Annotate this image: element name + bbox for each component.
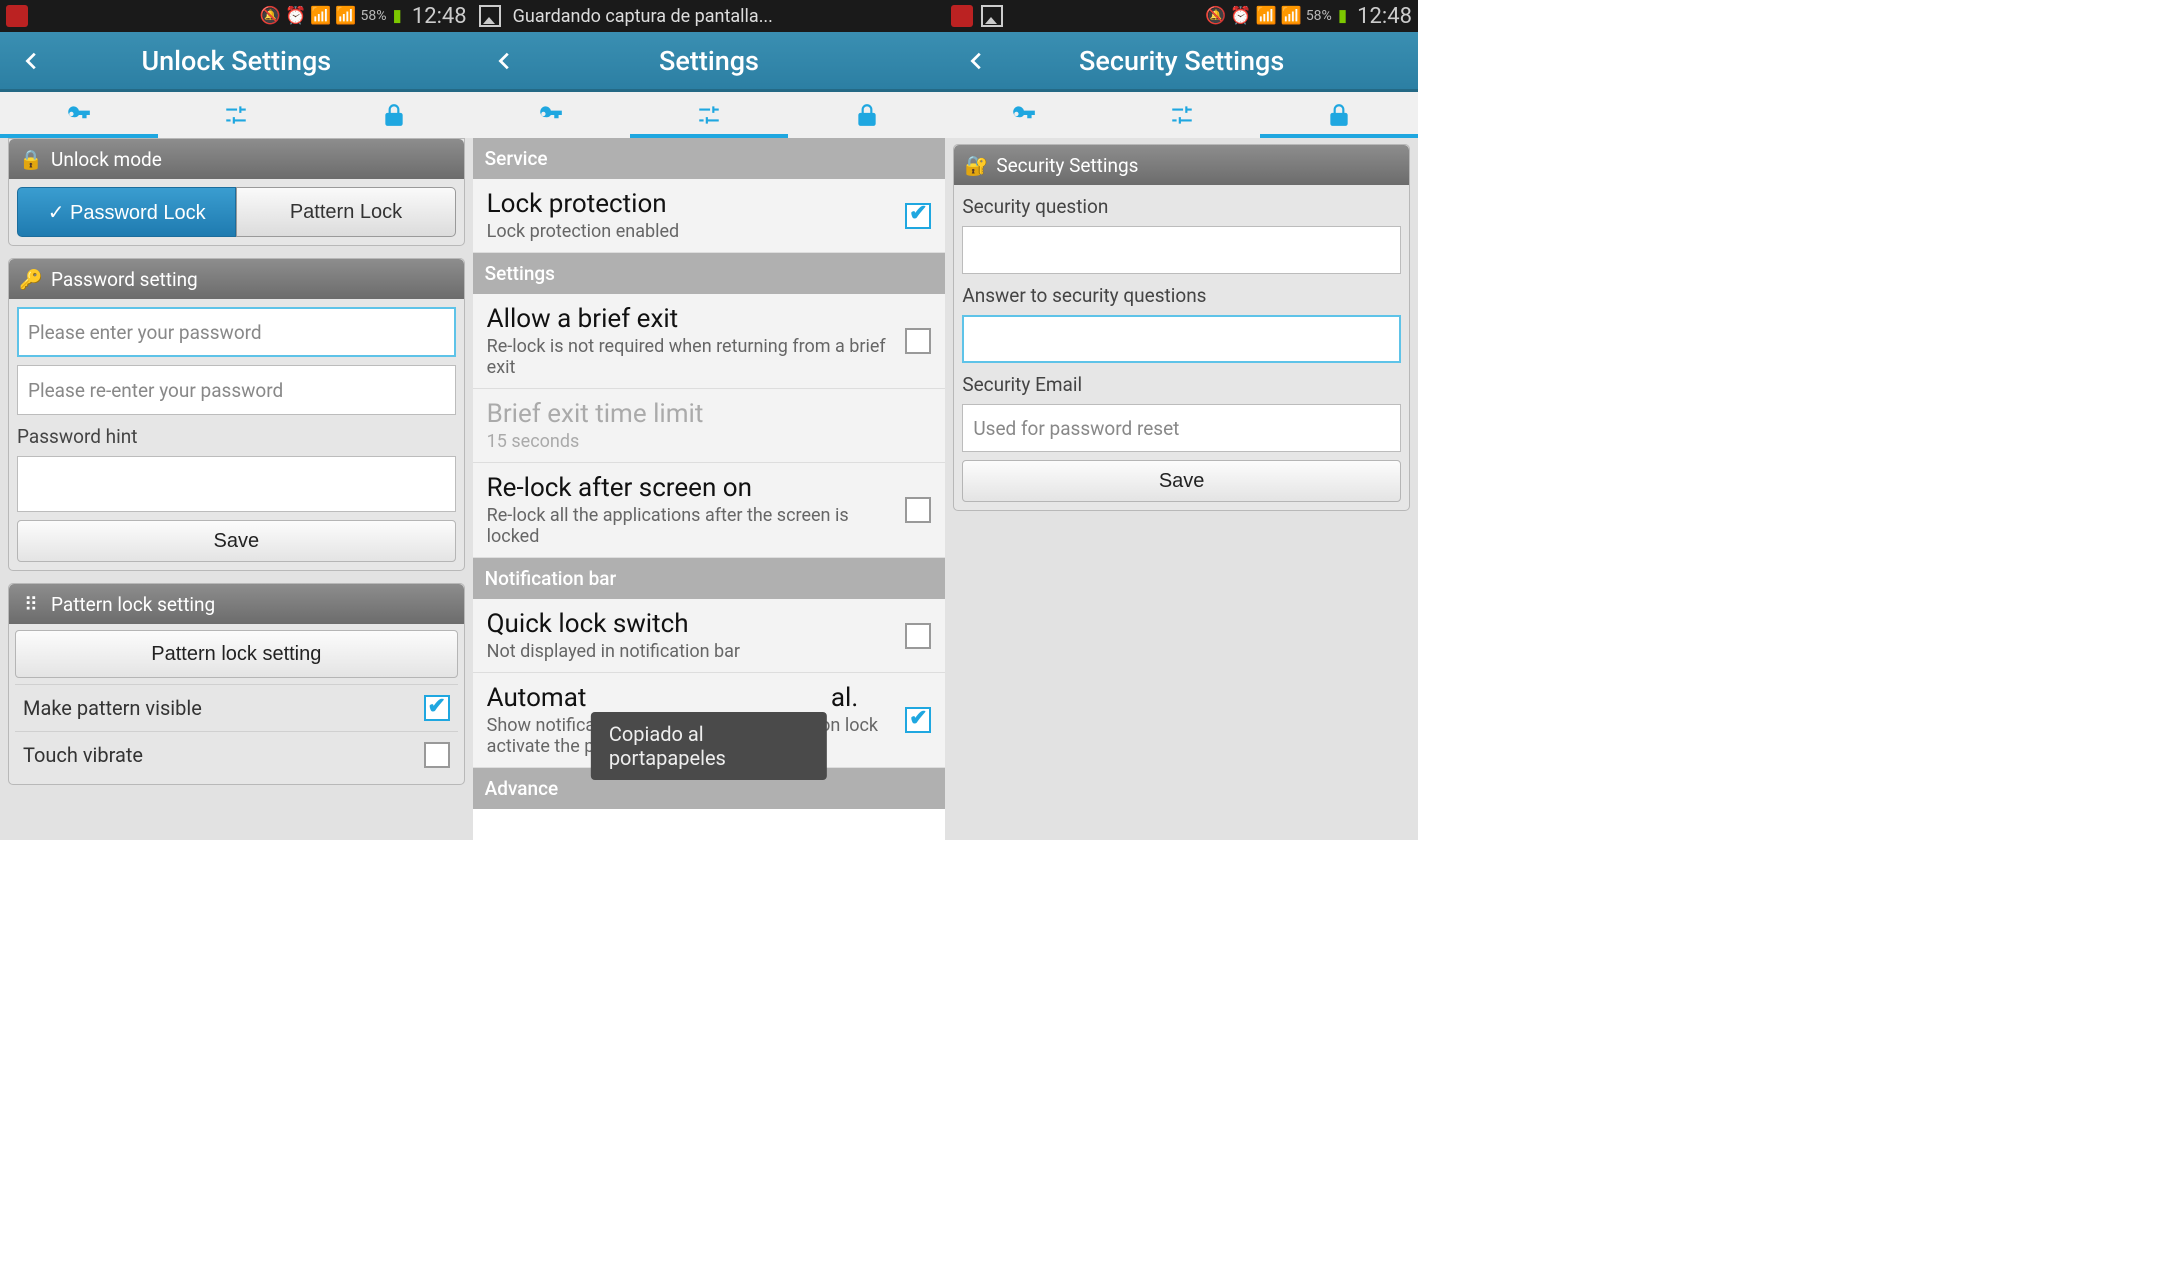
alarm-icon: ⏰ xyxy=(285,6,306,26)
relock-checkbox[interactable] xyxy=(905,497,931,523)
screen-settings: Guardando captura de pantalla... Setting… xyxy=(473,0,946,840)
app-badge-icon xyxy=(6,5,28,27)
lock-icon xyxy=(1326,102,1352,128)
sliders-icon xyxy=(1169,102,1195,128)
tab-bar xyxy=(473,92,946,138)
key-icon xyxy=(538,102,564,128)
signal-icon: 📶 xyxy=(335,6,356,26)
status-bar: Guardando captura de pantalla... xyxy=(473,0,946,32)
brief-exit-checkbox[interactable] xyxy=(905,328,931,354)
screen-unlock-settings: 🔕 ⏰ 📶 📶 58% ▮ 12:48 Unlock Settings xyxy=(0,0,473,840)
screenshot-icon xyxy=(479,5,501,27)
tab-unlock[interactable] xyxy=(945,92,1103,138)
password-confirm-input[interactable]: Please re-enter your password xyxy=(17,365,456,415)
quick-lock-checkbox[interactable] xyxy=(905,623,931,649)
shield-icon: 🔐 xyxy=(964,153,988,177)
mute-icon: 🔕 xyxy=(1205,6,1226,26)
pattern-setting-header: ⠿ Pattern lock setting xyxy=(9,584,464,624)
relock-row[interactable]: Re-lock after screen on Re-lock all the … xyxy=(473,463,946,558)
lock-icon xyxy=(854,102,880,128)
save-button[interactable]: Save xyxy=(962,460,1401,502)
security-question-label: Security question xyxy=(962,195,1401,218)
sliders-icon xyxy=(223,102,249,128)
make-pattern-visible-row[interactable]: Make pattern visible xyxy=(15,684,458,731)
tab-bar xyxy=(0,92,473,138)
clock: 12:48 xyxy=(1357,4,1412,29)
page-title: Security Settings xyxy=(1009,45,1354,77)
back-button[interactable] xyxy=(473,32,537,89)
password-hint-label: Password hint xyxy=(17,425,456,448)
save-button[interactable]: Save xyxy=(17,520,456,562)
clipboard-toast: Copiado al portapapeles xyxy=(591,712,827,780)
pattern-icon: ⠿ xyxy=(19,592,43,616)
unlock-mode-segment: Password Lock Pattern Lock xyxy=(17,187,456,237)
password-hint-input[interactable] xyxy=(17,456,456,512)
wifi-icon: 📶 xyxy=(1255,6,1276,26)
wifi-icon: 📶 xyxy=(310,6,331,26)
auto-notify-checkbox[interactable] xyxy=(905,707,931,733)
answer-label: Answer to security questions xyxy=(962,284,1401,307)
security-settings-header: 🔐 Security Settings xyxy=(954,145,1409,185)
title-bar: Unlock Settings xyxy=(0,32,473,92)
section-settings: Settings xyxy=(473,253,946,294)
pattern-setting-button[interactable]: Pattern lock setting xyxy=(15,630,458,678)
lock-small-icon: 🔒 xyxy=(19,147,43,171)
main-content: 🔐 Security Settings Security question An… xyxy=(945,138,1418,840)
lock-protection-checkbox[interactable] xyxy=(905,203,931,229)
tab-settings[interactable] xyxy=(1103,92,1261,138)
brief-exit-row[interactable]: Allow a brief exit Re-lock is not requir… xyxy=(473,294,946,389)
saving-text: Guardando captura de pantalla... xyxy=(513,6,773,27)
status-bar: 🔕 ⏰ 📶 📶 58% ▮ 12:48 xyxy=(945,0,1418,32)
battery-percent: 58% xyxy=(361,8,387,24)
lock-protection-row[interactable]: Lock protection Lock protection enabled xyxy=(473,179,946,253)
page-title: Unlock Settings xyxy=(64,45,409,77)
clock: 12:48 xyxy=(412,4,467,29)
quick-lock-row[interactable]: Quick lock switch Not displayed in notif… xyxy=(473,599,946,673)
tab-security[interactable] xyxy=(315,92,473,138)
key-icon xyxy=(66,102,92,128)
brief-exit-limit-row[interactable]: Brief exit time limit 15 seconds xyxy=(473,389,946,463)
sliders-icon xyxy=(696,102,722,128)
touch-vibrate-row[interactable]: Touch vibrate xyxy=(15,731,458,778)
title-bar: Settings xyxy=(473,32,946,92)
signal-icon: 📶 xyxy=(1281,6,1302,26)
unlock-mode-header: 🔒 Unlock mode xyxy=(9,139,464,179)
tab-settings[interactable] xyxy=(158,92,316,138)
screen-security-settings: 🔕 ⏰ 📶 📶 58% ▮ 12:48 Security Settings xyxy=(945,0,1418,840)
lock-icon xyxy=(381,102,407,128)
key-small-icon: 🔑 xyxy=(19,267,43,291)
tab-security[interactable] xyxy=(788,92,946,138)
battery-icon: ▮ xyxy=(393,6,402,26)
password-lock-button[interactable]: Password Lock xyxy=(17,187,236,237)
tab-settings[interactable] xyxy=(630,92,788,138)
alarm-icon: ⏰ xyxy=(1230,6,1251,26)
tab-bar xyxy=(945,92,1418,138)
make-pattern-visible-checkbox[interactable] xyxy=(424,695,450,721)
pattern-lock-button[interactable]: Pattern Lock xyxy=(236,187,455,237)
page-title: Settings xyxy=(537,45,882,77)
title-bar: Security Settings xyxy=(945,32,1418,92)
answer-input[interactable] xyxy=(962,315,1401,363)
tab-unlock[interactable] xyxy=(0,92,158,138)
battery-percent: 58% xyxy=(1306,8,1332,24)
main-content: 🔒 Unlock mode Password Lock Pattern Lock… xyxy=(0,138,473,840)
password-input[interactable]: Please enter your password xyxy=(17,307,456,357)
back-button[interactable] xyxy=(945,32,1009,89)
email-input[interactable]: Used for password reset xyxy=(962,404,1401,452)
back-button[interactable] xyxy=(0,32,64,89)
email-label: Security Email xyxy=(962,373,1401,396)
security-question-input[interactable] xyxy=(962,226,1401,274)
status-bar: 🔕 ⏰ 📶 📶 58% ▮ 12:48 xyxy=(0,0,473,32)
tab-unlock[interactable] xyxy=(473,92,631,138)
tab-security[interactable] xyxy=(1260,92,1418,138)
key-icon xyxy=(1011,102,1037,128)
section-notification: Notification bar xyxy=(473,558,946,599)
password-setting-header: 🔑 Password setting xyxy=(9,259,464,299)
battery-icon: ▮ xyxy=(1338,6,1347,26)
app-badge-icon xyxy=(951,5,973,27)
touch-vibrate-checkbox[interactable] xyxy=(424,742,450,768)
section-service: Service xyxy=(473,138,946,179)
screenshot-icon xyxy=(981,5,1003,27)
mute-icon: 🔕 xyxy=(260,6,281,26)
